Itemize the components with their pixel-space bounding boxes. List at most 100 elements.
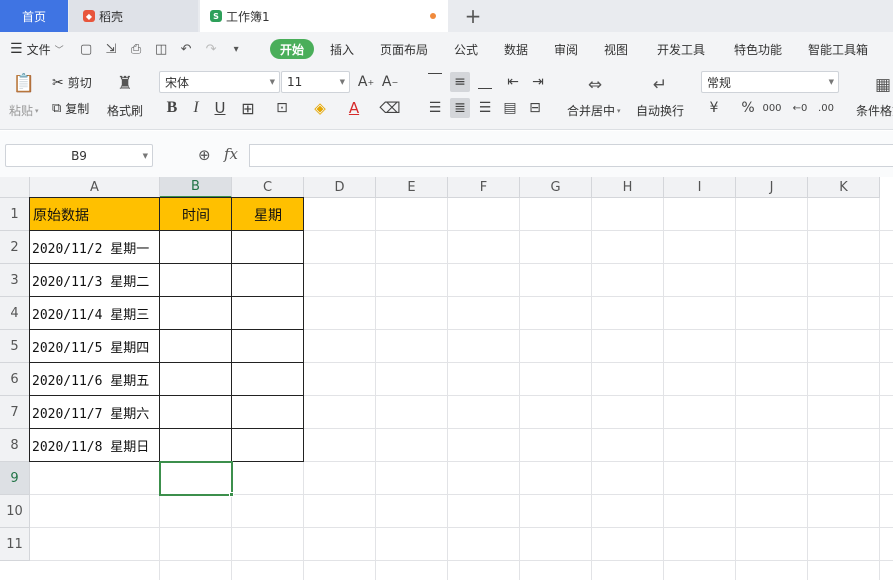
menu-page-layout[interactable]: 页面布局 (380, 41, 428, 58)
align-right-icon[interactable]: ☰ (475, 98, 495, 118)
column-header-a[interactable]: A (30, 177, 160, 198)
format-painter-icon[interactable]: ♜ (114, 72, 136, 94)
menu-start[interactable]: 开始 (270, 39, 314, 59)
tab-daoke-label: 稻壳 (99, 8, 123, 25)
bold-icon[interactable]: B (162, 98, 182, 118)
conditional-format-icon[interactable]: ▦ (872, 74, 893, 96)
align-middle-icon[interactable]: ≡ (450, 72, 470, 92)
column-header-k[interactable]: K (808, 177, 880, 198)
column-header-h[interactable]: H (592, 177, 664, 198)
column-header-f[interactable]: F (448, 177, 520, 198)
save-icon[interactable]: ▢ (78, 41, 95, 58)
fill-color-icon[interactable]: ◈ (310, 98, 330, 118)
wrap-text-button[interactable]: 自动换行 (636, 102, 684, 119)
row-header-1[interactable]: 1 (0, 198, 30, 231)
font-color-icon[interactable]: A (344, 98, 364, 118)
column-header-c[interactable]: C (232, 177, 304, 198)
column-header-j[interactable]: J (736, 177, 808, 198)
paste-button[interactable]: 粘贴 ▾ (9, 102, 39, 119)
menu-dev-tools[interactable]: 开发工具 (657, 41, 705, 58)
outdent-icon[interactable]: ⇤ (503, 72, 523, 92)
underline-icon[interactable]: U (210, 98, 230, 118)
print-preview-icon[interactable]: ◫ (153, 41, 170, 58)
decrease-decimal-icon[interactable]: .00 (816, 98, 836, 118)
name-box[interactable]: B9 ▼ (5, 144, 153, 167)
spreadsheet-grid[interactable]: ABCDEFGHIJK1234567891011原始数据时间星期2020/11/… (0, 177, 893, 580)
menu-formula[interactable]: 公式 (454, 41, 478, 58)
number-format-select[interactable]: 常规 ▼ (701, 71, 839, 93)
border-icon[interactable]: ⊞ (238, 98, 258, 118)
print-icon[interactable]: ⎙ (128, 41, 145, 58)
increase-decimal-icon[interactable]: ←0 (790, 98, 810, 118)
menu-view[interactable]: 视图 (604, 41, 628, 58)
indent-icon[interactable]: ⇥ (528, 72, 548, 92)
row-header-2[interactable]: 2 (0, 231, 30, 264)
tab-daoke[interactable]: ◆ 稻壳 (69, 0, 198, 32)
column-header-i[interactable]: I (664, 177, 736, 198)
function-icon[interactable]: fx (224, 145, 238, 163)
italic-icon[interactable]: I (186, 98, 206, 118)
currency-icon[interactable]: ¥ (704, 98, 724, 118)
number-format-value: 常规 (707, 74, 731, 91)
column-header-b[interactable]: B (160, 177, 232, 198)
row-header-7[interactable]: 7 (0, 396, 30, 429)
menu-smart-tools[interactable]: 智能工具箱 (808, 41, 868, 58)
font-name-select[interactable]: 宋体 ▼ (159, 71, 280, 93)
gridline-vertical (735, 198, 736, 580)
tab-workbook[interactable]: S 工作簿1 (200, 0, 448, 32)
decrease-font-icon[interactable]: A− (380, 72, 400, 92)
pattern-fill-icon[interactable]: ⊡ (272, 98, 292, 118)
row-header-9[interactable]: 9 (0, 462, 30, 495)
menu-data[interactable]: 数据 (504, 41, 528, 58)
eraser-icon[interactable]: ⌫ (380, 98, 400, 118)
tab-home[interactable]: 首页 (0, 0, 68, 32)
copy-button[interactable]: ⧉ 复制 (52, 100, 89, 117)
column-header-g[interactable]: G (520, 177, 592, 198)
increase-font-icon[interactable]: A+ (356, 72, 376, 92)
new-tab-button[interactable]: + (463, 4, 483, 28)
copy-label: 复制 (65, 100, 89, 117)
font-size-select[interactable]: 11 ▼ (281, 71, 350, 93)
merge-center-label: 合并居中 (567, 102, 615, 119)
paste-icon[interactable]: 📋 (13, 72, 35, 94)
table-cell-border (231, 230, 304, 264)
align-top-icon[interactable]: ⎺ (425, 70, 445, 90)
merge-center-button[interactable]: 合并居中 ▾ (567, 102, 621, 119)
row-header-11[interactable]: 11 (0, 528, 30, 561)
column-header-e[interactable]: E (376, 177, 448, 198)
menu-special[interactable]: 特色功能 (734, 41, 782, 58)
row-header-10[interactable]: 10 (0, 495, 30, 528)
align-left-icon[interactable]: ☰ (425, 98, 445, 118)
active-cell-selection[interactable] (159, 461, 233, 496)
menu-insert[interactable]: 插入 (330, 41, 354, 58)
justify-icon[interactable]: ▤ (500, 98, 520, 118)
formula-input[interactable] (249, 144, 893, 167)
file-menu[interactable]: ☰ 文件 ﹀ (10, 41, 64, 58)
ribbon-toolbar: 📋 粘贴 ▾ ✂ 剪切 ⧉ 复制 ♜ 格式刷 宋体 ▼ 11 ▼ A+ A− B… (0, 66, 893, 130)
align-center-icon[interactable]: ≣ (450, 98, 470, 118)
merge-cells-icon[interactable]: ⇔ (584, 74, 606, 96)
table-cell-border (29, 329, 160, 363)
menu-review[interactable]: 审阅 (554, 41, 578, 58)
wrap-text-icon[interactable]: ↵ (649, 74, 671, 96)
undo-icon[interactable]: ↶ (178, 41, 195, 58)
select-all-corner[interactable] (0, 177, 30, 198)
row-header-3[interactable]: 3 (0, 264, 30, 297)
column-header-d[interactable]: D (304, 177, 376, 198)
zoom-icon[interactable]: ⊕ (198, 146, 211, 164)
align-bottom-icon[interactable]: ⎽ (475, 72, 495, 92)
format-painter-button[interactable]: 格式刷 (107, 102, 143, 119)
row-header-5[interactable]: 5 (0, 330, 30, 363)
conditional-format-button[interactable]: 条件格式 (856, 102, 893, 119)
customize-toolbar-icon[interactable]: ▾ (228, 41, 245, 58)
row-header-8[interactable]: 8 (0, 429, 30, 462)
fill-handle[interactable] (229, 492, 234, 497)
thousands-separator-icon[interactable]: 000 (762, 98, 782, 118)
cut-button[interactable]: ✂ 剪切 (52, 74, 92, 91)
row-header-6[interactable]: 6 (0, 363, 30, 396)
row-header-4[interactable]: 4 (0, 297, 30, 330)
redo-icon[interactable]: ↷ (203, 41, 220, 58)
distributed-align-icon[interactable]: ⊟ (525, 98, 545, 118)
output-icon[interactable]: ⇲ (103, 41, 120, 58)
percent-icon[interactable]: % (738, 98, 758, 118)
